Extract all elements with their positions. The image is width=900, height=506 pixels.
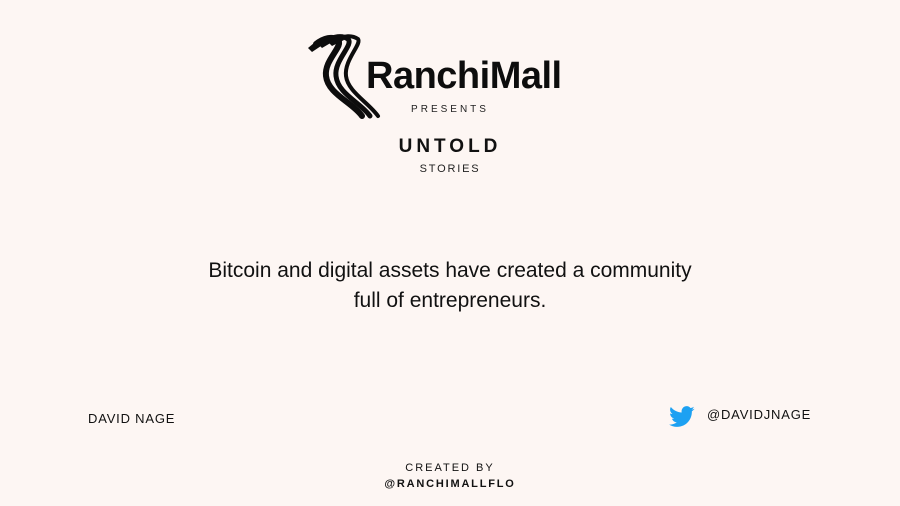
author-name: DAVID NAGE [88,411,176,426]
page-title: UNTOLD [398,136,502,157]
twitter-icon [669,406,695,427]
brand-name: RanchiMall [366,55,562,97]
quote-line-1: Bitcoin and digital assets have created … [208,259,692,282]
twitter-handle: @DAVIDJNAGE [707,406,812,422]
creator-handle: @RANCHIMALLFLO [384,478,516,490]
page-subtitle: STORIES [419,163,481,175]
presents-label: PRESENTS [411,104,489,115]
quote-line-2: full of entrepreneurs. [353,289,547,312]
created-by-label: CREATED BY [405,462,495,474]
quote-text: Bitcoin and digital assets have created … [150,256,750,316]
twitter-link[interactable]: @DAVIDJNAGE [669,404,811,430]
